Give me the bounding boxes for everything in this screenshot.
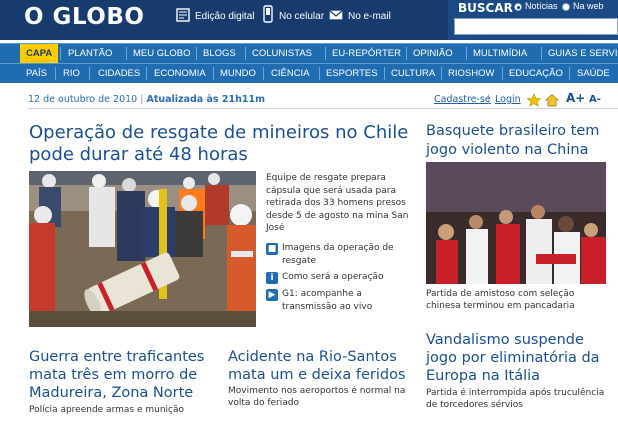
tab-meu-globo[interactable]: MEU GLOBO — [127, 44, 197, 63]
section-esportes[interactable]: ESPORTES — [320, 64, 384, 83]
bottom-sub-guerra[interactable]: Polícia apreende armas e munição — [29, 404, 219, 416]
font-increase-icon[interactable]: A+ — [566, 91, 585, 105]
bottom-sub-acidente[interactable]: Movimento nos aeroportos é normal na vol… — [228, 385, 418, 409]
tab-capa[interactable]: CAPA — [20, 44, 59, 63]
home-icon[interactable] — [545, 93, 559, 107]
section-pais[interactable]: PAÍS — [20, 64, 53, 83]
radio-noticias-label[interactable]: Notícias — [525, 1, 558, 11]
side-headline[interactable]: Basquete brasileiro tem jogo violento na… — [426, 122, 618, 160]
updated-time: Atualizada às 21h11m — [146, 94, 265, 105]
section-saude[interactable]: SAÚDE — [571, 64, 616, 83]
tab-colunistas[interactable]: COLUNISTAS — [246, 44, 318, 63]
login-link[interactable]: Login — [495, 94, 521, 105]
section-cidades[interactable]: CIDADES — [92, 64, 146, 83]
site-logo[interactable]: O GLOBO — [24, 4, 144, 30]
section-economia[interactable]: ECONOMIA — [148, 64, 212, 83]
tab-plantao[interactable]: PLANTÃO — [62, 44, 118, 63]
link-no-celular[interactable]: No celular — [279, 11, 324, 22]
bottom-headline-guerra[interactable]: Guerra entre traficantes mata três em mo… — [29, 348, 219, 402]
bottom-headline-vandalismo[interactable]: Vandalismo suspende jogo por eliminatóri… — [426, 331, 618, 385]
play-icon: ▶ — [266, 289, 278, 301]
newspaper-icon[interactable] — [176, 8, 190, 22]
camera-icon: ■ — [266, 243, 278, 255]
section-cultura[interactable]: CULTURA — [385, 64, 441, 83]
edition-date: 12 de outubro de 2010 — [28, 94, 138, 105]
tab-blogs[interactable]: BLOGS — [197, 44, 242, 63]
search-panel: BUSCAR Notícias Na web — [448, 0, 618, 40]
divider — [28, 108, 618, 109]
side-caption[interactable]: Partida de amistoso com seleção chinesa … — [426, 288, 606, 312]
basketball-photo[interactable] — [426, 162, 606, 284]
star-icon[interactable] — [527, 93, 541, 107]
radio-na-web-label[interactable]: Na web — [573, 1, 604, 11]
envelope-icon[interactable] — [329, 10, 343, 20]
tab-eu-reporter[interactable]: EU-REPÓRTER — [326, 44, 407, 63]
section-rio[interactable]: RIO — [57, 64, 86, 83]
section-mundo[interactable]: MUNDO — [214, 64, 262, 83]
main-lead-text[interactable]: Equipe de resgate prepara cápsula que se… — [266, 172, 416, 235]
section-nav: PAÍS RIO CIDADES ECONOMIA MUNDO CIÊNCIA … — [0, 63, 618, 83]
link-no-email[interactable]: No e-mail — [348, 11, 391, 22]
radio-na-web[interactable] — [562, 3, 570, 11]
tab-opiniao[interactable]: OPINIÃO — [407, 44, 459, 63]
search-input[interactable] — [454, 18, 618, 35]
section-rioshow[interactable]: RIOSHOW — [442, 64, 500, 83]
bottom-sub-vandalismo[interactable]: Partida é interrompida após truculência … — [426, 387, 616, 411]
primary-nav: CAPA PLANTÃO MEU GLOBO BLOGS COLUNISTAS … — [0, 43, 618, 63]
bottom-headline-acidente[interactable]: Acidente na Rio-Santos mata um e deixa f… — [228, 348, 418, 384]
top-header: O GLOBO Edição digital No celular No e-m… — [0, 0, 618, 40]
section-ciencia[interactable]: CIÊNCIA — [265, 64, 316, 83]
link-edicao-digital[interactable]: Edição digital — [195, 11, 254, 22]
font-decrease-icon[interactable]: A- — [589, 94, 601, 105]
tab-guias-e-servicos[interactable]: GUIAS E SERVIÇOS — [542, 44, 618, 63]
radio-noticias[interactable] — [514, 3, 522, 11]
mine-rescue-photo[interactable] — [29, 171, 256, 327]
info-icon: i — [266, 272, 278, 284]
mobile-phone-icon[interactable] — [263, 5, 273, 23]
tab-multimidia[interactable]: MULTIMÍDIA — [467, 44, 533, 63]
date-bar: 12 de outubro de 2010 | Atualizada às 21… — [28, 94, 265, 105]
search-label: BUSCAR — [458, 1, 513, 15]
register-link[interactable]: Cadastre-se — [434, 94, 491, 105]
section-educacao[interactable]: EDUCAÇÃO — [503, 64, 569, 83]
main-headline[interactable]: Operação de resgate de mineiros no Chile… — [29, 122, 409, 166]
